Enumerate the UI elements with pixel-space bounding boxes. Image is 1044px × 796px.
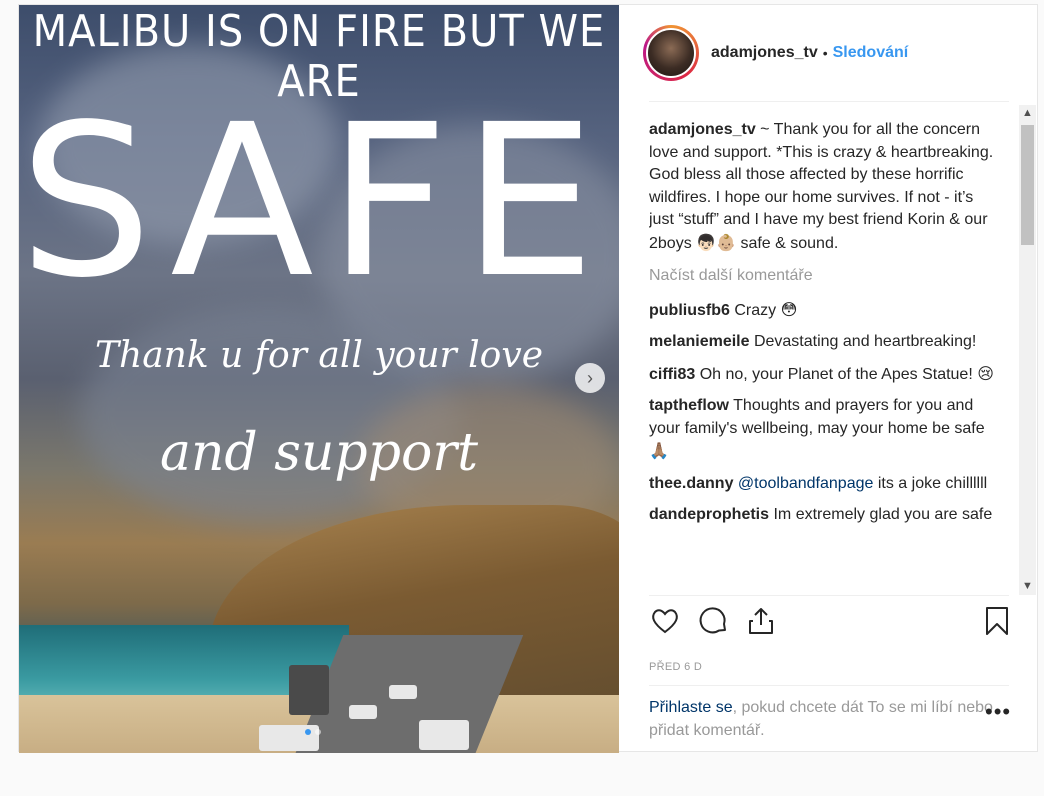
comments-list: adamjones_tv ~ Thank you for all the con… <box>649 119 999 595</box>
login-link[interactable]: Přihlaste se <box>649 699 733 716</box>
action-bar <box>649 605 1009 645</box>
caption-emoji: 👦🏻👶🏼 <box>696 232 736 252</box>
comment-username[interactable]: taptheflow <box>649 397 729 414</box>
image-text-thanks: Thank u for all your love <box>95 335 543 376</box>
share-icon <box>749 608 773 634</box>
carousel-indicator <box>305 729 321 735</box>
scroll-up-arrow-icon[interactable]: ▲ <box>1019 105 1036 122</box>
divider <box>649 595 1009 596</box>
carousel-dot <box>305 729 311 735</box>
bookmark-icon <box>986 607 1008 635</box>
car <box>289 665 329 715</box>
more-options-icon[interactable]: ••• <box>985 701 1011 723</box>
comment-username[interactable]: publiusfb6 <box>649 302 730 319</box>
avatar[interactable] <box>643 25 699 81</box>
comment-item: ciffi83 Oh no, your Planet of the Apes S… <box>649 363 999 387</box>
comment-emoji: 😳 <box>780 299 798 319</box>
comment-item: melaniemeile Devastating and heartbreaki… <box>649 331 999 354</box>
post-timestamp[interactable]: PŘED 6 D <box>649 661 702 673</box>
scroll-down-arrow-icon[interactable]: ▼ <box>1019 578 1036 595</box>
comment-mention[interactable]: @toolbandfanpage <box>738 475 873 492</box>
comment-text: its a joke chillllll <box>877 474 988 492</box>
save-button[interactable] <box>981 605 1013 637</box>
comment-text: Oh no, your Planet of the Apes Statue! <box>699 365 973 383</box>
comment-username[interactable]: melaniemeile <box>649 333 750 350</box>
scrollbar-thumb[interactable] <box>1021 125 1034 245</box>
follow-button[interactable]: Sledování <box>833 44 909 62</box>
comment-button[interactable] <box>697 605 729 637</box>
header-username[interactable]: adamjones_tv <box>711 44 818 62</box>
login-prompt: Přihlaste se, pokud chcete dát To se mi … <box>649 697 994 742</box>
instagram-post: MALIBU IS ON FIRE BUT WE ARE SAFE. Thank… <box>18 4 1039 753</box>
like-button[interactable] <box>649 605 681 637</box>
comment-icon <box>699 607 726 634</box>
chevron-right-icon: › <box>587 367 593 388</box>
post-header: adamjones_tv • Sledování <box>643 21 908 85</box>
car <box>389 685 417 699</box>
comment-emoji: 🙏🏽 <box>649 441 669 460</box>
post-caption: adamjones_tv ~ Thank you for all the con… <box>649 119 999 255</box>
comment-text: Devastating and heartbreaking! <box>753 333 977 350</box>
comment-emoji: 😢 <box>977 363 994 383</box>
comment-item: publiusfb6 Crazy 😳 <box>649 299 999 323</box>
caption-text-end: safe & sound. <box>740 234 839 252</box>
divider <box>649 101 1009 102</box>
load-more-comments-button[interactable]: Načíst další komentáře <box>649 265 999 288</box>
avatar-image <box>646 28 696 78</box>
comments-scrollbar[interactable]: ▲ ▼ <box>1019 105 1036 595</box>
car <box>349 705 377 719</box>
comment-text: Crazy <box>734 301 777 319</box>
comment-text: Im extremely glad you are safe <box>773 506 993 523</box>
header-separator: • <box>822 45 828 61</box>
image-text-support: and support <box>159 423 479 483</box>
carousel-dot <box>315 729 321 735</box>
image-text-safe: SAFE. <box>19 79 619 324</box>
caption-username[interactable]: adamjones_tv <box>649 121 756 138</box>
post-image[interactable]: MALIBU IS ON FIRE BUT WE ARE SAFE. Thank… <box>19 5 619 753</box>
comment-username[interactable]: ciffi83 <box>649 366 695 383</box>
post-side-panel: adamjones_tv • Sledování adamjones_tv ~ … <box>619 5 1039 753</box>
heart-icon <box>652 609 678 634</box>
car <box>419 720 469 750</box>
comment-item: thee.danny @toolbandfanpage its a joke c… <box>649 473 999 496</box>
comment-username[interactable]: dandeprophetis <box>649 506 769 523</box>
comment-username[interactable]: thee.danny <box>649 475 733 492</box>
share-button[interactable] <box>745 605 777 637</box>
comment-item: taptheflow Thoughts and prayers for you … <box>649 395 999 464</box>
divider <box>649 685 1009 686</box>
comment-item: dandeprophetis Im extremely glad you are… <box>649 504 999 527</box>
next-image-button[interactable]: › <box>575 363 605 393</box>
